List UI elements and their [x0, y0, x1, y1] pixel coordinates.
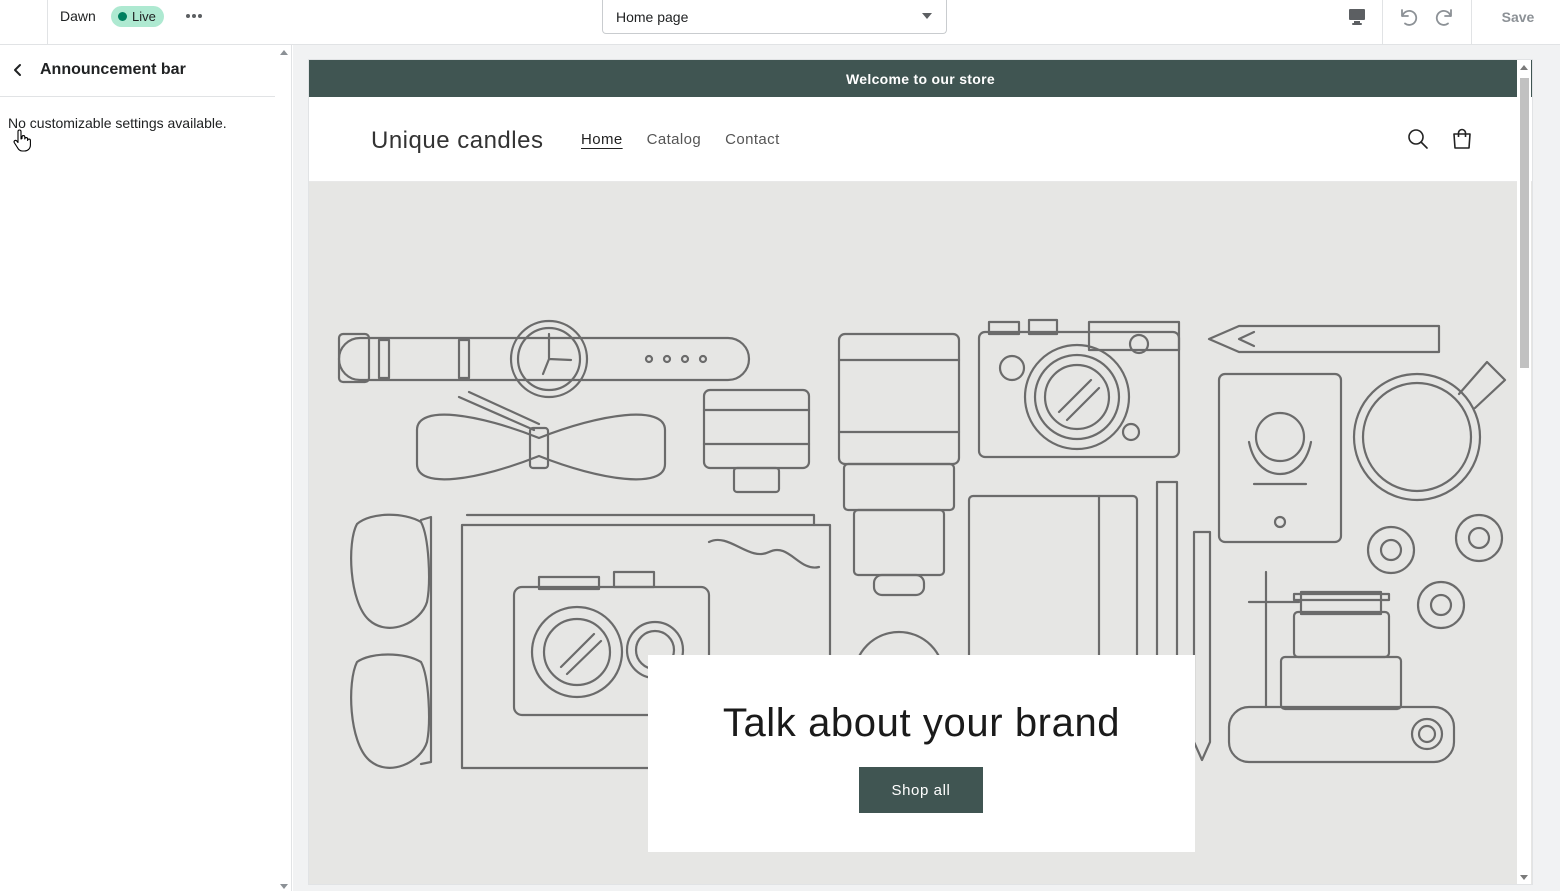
- topbar-divider: [1471, 0, 1472, 44]
- save-button[interactable]: Save: [1490, 4, 1546, 30]
- scrollbar-thumb[interactable]: [1520, 78, 1529, 368]
- page-selector[interactable]: Home page: [602, 0, 947, 34]
- more-horizontal-icon: [186, 14, 202, 18]
- topbar-divider: [1382, 0, 1383, 44]
- caret-down-icon: [922, 13, 932, 19]
- empty-settings-message: No customizable settings available.: [8, 115, 227, 131]
- announcement-bar[interactable]: Welcome to our store: [309, 60, 1532, 97]
- hero-banner: Talk about your brand Shop all: [309, 182, 1532, 884]
- cart-icon: [1453, 128, 1471, 149]
- more-actions-button[interactable]: [180, 4, 208, 28]
- sidebar-scrollbar[interactable]: [277, 45, 291, 891]
- announcement-text: Welcome to our store: [846, 70, 995, 87]
- nav-link-contact[interactable]: Contact: [725, 131, 780, 148]
- main-nav: Home Catalog Contact: [581, 131, 780, 148]
- undo-button[interactable]: [1395, 4, 1421, 30]
- scroll-down-icon[interactable]: [1520, 875, 1528, 880]
- back-button[interactable]: [8, 59, 28, 81]
- preview-area: Welcome to our store Unique candles Home…: [293, 45, 1560, 891]
- hero-content-card: Talk about your brand Shop all: [648, 655, 1195, 852]
- undo-icon: [1401, 9, 1418, 26]
- hero-heading: Talk about your brand: [722, 701, 1121, 745]
- store-header: Unique candles Home Catalog Contact: [309, 97, 1532, 182]
- search-icon: [1408, 129, 1428, 149]
- sidebar-header: Announcement bar: [0, 45, 275, 97]
- live-dot-icon: [118, 12, 127, 21]
- editor-topbar: Dawn Live Home page Save: [0, 0, 1560, 45]
- topbar-divider: [47, 0, 48, 44]
- store-cart-button[interactable]: [1450, 127, 1474, 151]
- desktop-icon: [1349, 9, 1365, 25]
- sidebar-title: Announcement bar: [40, 61, 186, 78]
- scroll-up-icon[interactable]: [1520, 65, 1528, 70]
- hand-cursor-icon: [13, 129, 31, 152]
- storefront-preview[interactable]: Welcome to our store Unique candles Home…: [309, 60, 1532, 884]
- settings-sidebar: Announcement bar No customizable setting…: [0, 45, 292, 891]
- theme-name: Dawn: [60, 8, 96, 24]
- redo-button[interactable]: [1432, 4, 1458, 30]
- status-badge-label: Live: [132, 9, 156, 24]
- chevron-left-icon: [14, 64, 21, 76]
- nav-link-home[interactable]: Home: [581, 131, 623, 148]
- store-search-button[interactable]: [1406, 127, 1430, 151]
- store-logo[interactable]: Unique candles: [371, 127, 543, 155]
- scroll-up-icon[interactable]: [280, 50, 288, 55]
- nav-link-catalog[interactable]: Catalog: [647, 131, 702, 148]
- status-badge: Live: [111, 6, 164, 27]
- preview-scrollbar[interactable]: [1517, 60, 1531, 884]
- page-selector-value: Home page: [616, 8, 689, 25]
- device-preview-button[interactable]: [1344, 4, 1370, 30]
- redo-icon: [1435, 9, 1452, 26]
- scroll-down-icon[interactable]: [280, 884, 288, 889]
- shop-all-button[interactable]: Shop all: [859, 767, 983, 813]
